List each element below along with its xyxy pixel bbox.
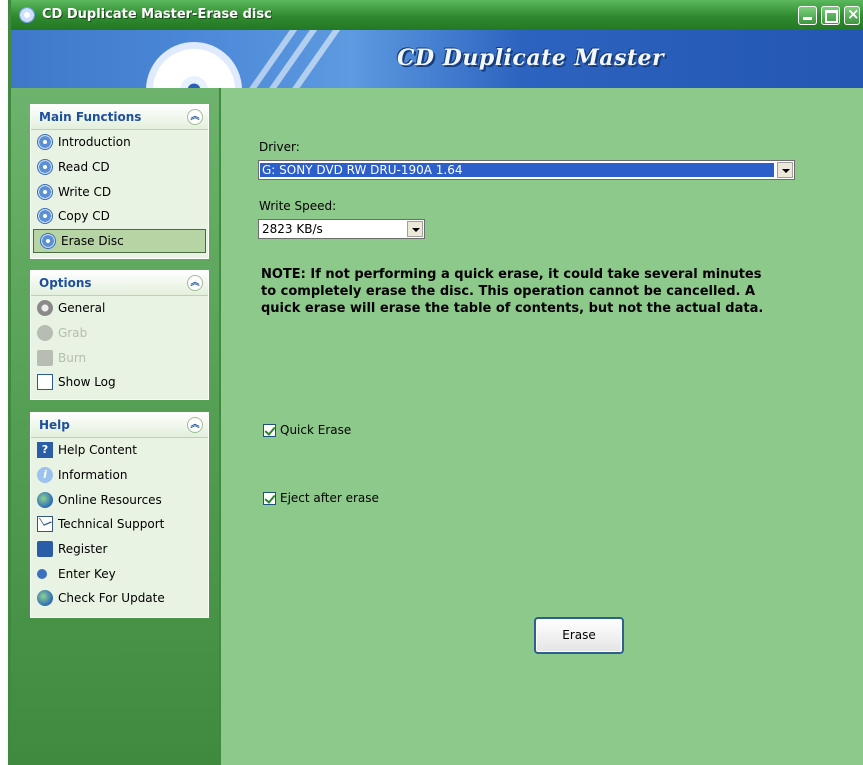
quick-erase-option[interactable]: Quick Erase	[263, 423, 351, 437]
driver-label: Driver:	[259, 140, 300, 154]
sidebar-item-show-log[interactable]: Show Log	[31, 370, 208, 395]
panel-title: Options	[39, 276, 92, 290]
erase-button[interactable]: Erase	[534, 617, 624, 654]
eject-after-erase-label: Eject after erase	[280, 491, 379, 505]
title-bar: CD Duplicate Master-Erase disc	[11, 0, 863, 30]
write-speed-value: 2823 KB/s	[262, 222, 323, 236]
sidebar-item-label: Grab	[58, 326, 88, 341]
sidebar: Main Functions ︽ Introduction Read CD Wr…	[11, 88, 219, 765]
help-panel: Help ︽ ? Help Content i Information Onli…	[30, 412, 209, 618]
minimize-button[interactable]	[798, 6, 817, 25]
register-icon	[37, 541, 53, 558]
sidebar-item-label: Enter Key	[58, 566, 116, 581]
write-speed-label: Write Speed:	[259, 199, 337, 213]
main-functions-panel: Main Functions ︽ Introduction Read CD Wr…	[30, 104, 209, 259]
driver-value: G: SONY DVD RW DRU-190A 1.64	[260, 163, 774, 177]
sidebar-item-register[interactable]: Register	[31, 537, 208, 562]
sidebar-item-introduction[interactable]: Introduction	[31, 130, 208, 155]
quick-erase-checkbox[interactable]	[263, 423, 276, 437]
gear-icon	[37, 300, 53, 317]
sidebar-item-technical-support[interactable]: Technical Support	[31, 512, 208, 537]
sidebar-item-copy-cd[interactable]: Copy CD	[31, 204, 208, 229]
sidebar-item-label: Burn	[58, 350, 87, 365]
sidebar-item-erase-disc[interactable]: Erase Disc	[33, 228, 206, 254]
header-banner: CD Duplicate Master	[11, 30, 863, 88]
sidebar-item-information[interactable]: i Information	[31, 463, 208, 488]
close-button[interactable]	[844, 5, 860, 25]
options-header[interactable]: Options ︽	[31, 271, 208, 296]
options-panel: Options ︽ General Grab Burn Show Log	[30, 270, 209, 400]
collapse-icon[interactable]: ︽	[187, 109, 203, 125]
sidebar-item-label: Information	[58, 468, 128, 483]
sidebar-item-label: Copy CD	[58, 209, 110, 224]
app-disc-icon	[19, 7, 35, 23]
sidebar-item-write-cd[interactable]: Write CD	[31, 179, 208, 204]
chevron-down-icon[interactable]	[777, 162, 793, 178]
sidebar-item-label: Technical Support	[58, 517, 165, 532]
disc-icon	[37, 134, 53, 151]
sidebar-item-read-cd[interactable]: Read CD	[31, 155, 208, 180]
sidebar-item-online-resources[interactable]: Online Resources	[31, 487, 208, 512]
sidebar-item-label: Check For Update	[58, 591, 165, 606]
disc-icon	[37, 159, 53, 176]
sidebar-item-label: Help Content	[58, 443, 137, 458]
panel-title: Main Functions	[39, 110, 142, 124]
sidebar-item-label: Write CD	[58, 184, 112, 199]
sidebar-item-label: General	[58, 301, 106, 316]
help-icon: ?	[37, 442, 53, 459]
sidebar-item-label: Register	[58, 542, 108, 557]
window-title: CD Duplicate Master-Erase disc	[42, 7, 272, 22]
write-speed-select[interactable]: 2823 KB/s	[258, 219, 425, 239]
sidebar-item-check-for-update[interactable]: Check For Update	[31, 586, 208, 611]
disc-icon	[37, 183, 53, 200]
disc-icon	[40, 233, 56, 250]
grab-icon	[37, 325, 53, 342]
panel-title: Help	[39, 418, 70, 432]
sidebar-item-label: Show Log	[58, 375, 116, 390]
collapse-icon[interactable]: ︽	[187, 275, 203, 291]
update-icon	[37, 590, 53, 607]
erase-disc-content: Driver: G: SONY DVD RW DRU-190A 1.64 Wri…	[219, 88, 863, 765]
sidebar-item-label: Online Resources	[58, 492, 162, 507]
collapse-icon[interactable]: ︽	[187, 417, 203, 433]
disc-icon	[37, 208, 53, 225]
sidebar-item-grab: Grab	[31, 321, 208, 346]
erase-note: NOTE: If not performing a quick erase, i…	[261, 267, 764, 316]
mail-icon	[37, 516, 53, 533]
key-icon	[37, 568, 47, 579]
eject-after-erase-checkbox[interactable]	[263, 491, 276, 505]
sidebar-item-label: Read CD	[58, 160, 110, 175]
sidebar-item-general[interactable]: General	[31, 296, 208, 321]
banner-brand: CD Duplicate Master	[397, 45, 665, 71]
app-window: CD Duplicate Master-Erase disc CD Duplic…	[8, 0, 863, 765]
info-icon: i	[37, 467, 53, 484]
chevron-down-icon[interactable]	[407, 221, 423, 237]
sidebar-item-label: Introduction	[58, 135, 131, 150]
sidebar-item-enter-key[interactable]: Enter Key	[31, 561, 208, 586]
sidebar-item-help-content[interactable]: ? Help Content	[31, 438, 208, 463]
help-header[interactable]: Help ︽	[31, 413, 208, 438]
burn-icon	[37, 349, 53, 366]
maximize-button[interactable]	[821, 6, 840, 25]
driver-select[interactable]: G: SONY DVD RW DRU-190A 1.64	[258, 160, 795, 180]
sidebar-item-burn: Burn	[31, 345, 208, 370]
sidebar-item-label: Erase Disc	[61, 234, 124, 249]
quick-erase-label: Quick Erase	[280, 423, 352, 437]
log-icon	[37, 374, 53, 391]
banner-disc-icon	[146, 42, 242, 88]
main-functions-header[interactable]: Main Functions ︽	[31, 105, 208, 130]
eject-after-erase-option[interactable]: Eject after erase	[263, 491, 379, 505]
globe-icon	[37, 491, 53, 508]
